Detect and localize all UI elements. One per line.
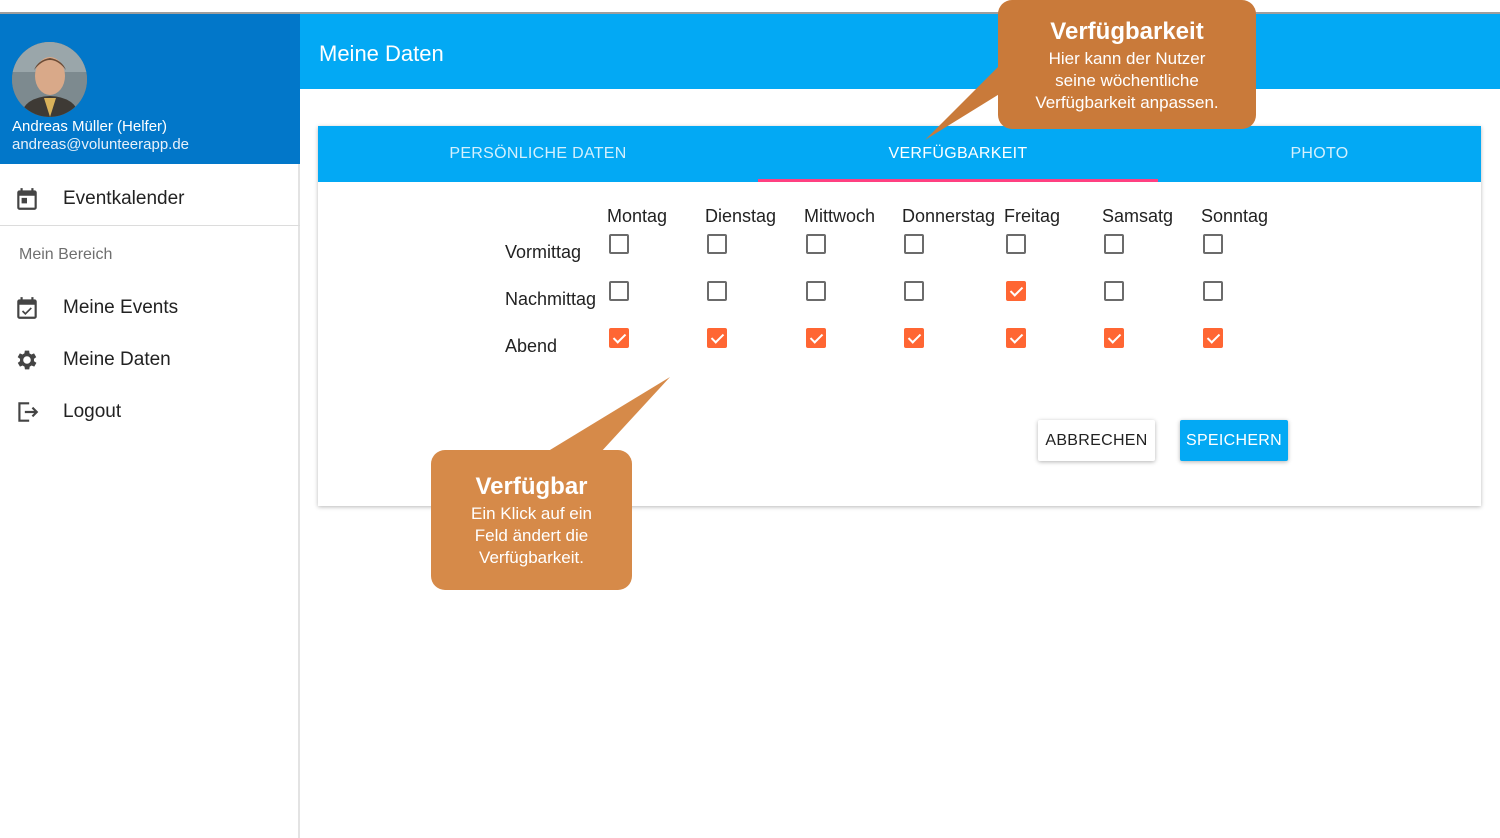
calendar-check-icon bbox=[14, 295, 40, 321]
callout-line: Ein Klick auf ein bbox=[471, 504, 592, 523]
tab-bar: PERSÖNLICHE DATEN VERFÜGBARKEIT PHOTO bbox=[318, 126, 1481, 182]
app-header: Meine Daten bbox=[300, 14, 1500, 89]
day-header-sonntag: Sonntag bbox=[1201, 206, 1269, 226]
availability-checkbox-abend-freitag[interactable] bbox=[1006, 328, 1026, 348]
availability-checkbox-abend-donnerstag[interactable] bbox=[904, 328, 924, 348]
availability-checkbox-vormittag-freitag[interactable] bbox=[1006, 234, 1026, 254]
cancel-button[interactable]: ABBRECHEN bbox=[1038, 420, 1155, 461]
window-top-edge bbox=[0, 0, 1500, 14]
callout-line: seine wöchentliche bbox=[1055, 71, 1199, 90]
calendar-icon bbox=[14, 186, 40, 212]
row-label-abend: Abend bbox=[505, 336, 558, 356]
day-header-freitag: Freitag bbox=[1004, 206, 1061, 226]
sidebar-item-logout[interactable]: Logout bbox=[0, 391, 300, 435]
availability-checkbox-nachmittag-sonntag[interactable] bbox=[1203, 281, 1223, 301]
availability-checkbox-nachmittag-montag[interactable] bbox=[609, 281, 629, 301]
availability-checkbox-nachmittag-donnerstag[interactable] bbox=[904, 281, 924, 301]
availability-checkbox-vormittag-montag[interactable] bbox=[609, 234, 629, 254]
day-header-dienstag: Dienstag bbox=[705, 206, 777, 226]
row-label-vormittag: Vormittag bbox=[505, 242, 582, 262]
sidebar-section-title: Mein Bereich bbox=[19, 246, 113, 263]
row-label-nachmittag: Nachmittag bbox=[505, 289, 597, 309]
callout-line: Hier kann der Nutzer bbox=[1048, 49, 1206, 68]
sidebar-item-meine-events[interactable]: Meine Events bbox=[0, 287, 300, 331]
availability-checkbox-nachmittag-freitag[interactable] bbox=[1006, 281, 1026, 301]
avatar bbox=[12, 42, 87, 117]
availability-checkbox-vormittag-donnerstag[interactable] bbox=[904, 234, 924, 254]
availability-checkbox-vormittag-mittwoch[interactable] bbox=[806, 234, 826, 254]
user-email: andreas@volunteerapp.de bbox=[12, 136, 190, 153]
settings-card: PERSÖNLICHE DATEN VERFÜGBARKEIT PHOTO bbox=[318, 126, 1481, 506]
availability-checkbox-abend-samsatg[interactable] bbox=[1104, 328, 1124, 348]
page-title: Meine Daten bbox=[319, 41, 444, 66]
sidebar: Andreas Müller (Helfer) andreas@voluntee… bbox=[0, 14, 300, 838]
callout-title: Verfügbar bbox=[475, 473, 588, 500]
sidebar-divider bbox=[0, 225, 300, 226]
day-header-mittwoch: Mittwoch bbox=[804, 206, 876, 226]
availability-checkbox-abend-mittwoch[interactable] bbox=[806, 328, 826, 348]
sidebar-item-eventkalender[interactable]: Eventkalender bbox=[0, 178, 300, 222]
active-tab-indicator bbox=[758, 179, 1158, 182]
availability-checkbox-nachmittag-samsatg[interactable] bbox=[1104, 281, 1124, 301]
sidebar-item-label: Eventkalender bbox=[63, 188, 185, 209]
profile-header: Andreas Müller (Helfer) andreas@voluntee… bbox=[0, 14, 300, 164]
callout-line: Feld ändert die bbox=[474, 526, 589, 545]
save-button[interactable]: SPEICHERN bbox=[1180, 420, 1288, 461]
gear-icon bbox=[14, 347, 40, 373]
day-header-donnerstag: Donnerstag bbox=[902, 206, 996, 226]
logout-icon bbox=[14, 399, 40, 425]
availability-checkbox-nachmittag-dienstag[interactable] bbox=[707, 281, 727, 301]
day-header-samstag: Samsatg bbox=[1102, 206, 1174, 226]
day-header-montag: Montag bbox=[607, 206, 668, 226]
availability-checkbox-vormittag-dienstag[interactable] bbox=[707, 234, 727, 254]
sidebar-item-meine-daten[interactable]: Meine Daten bbox=[0, 339, 300, 383]
callout-verfuegbar: Verfügbar Ein Klick auf ein Feld ändert … bbox=[431, 450, 632, 590]
tab-photo[interactable]: PHOTO bbox=[1158, 126, 1481, 182]
callout-tail-field bbox=[545, 377, 670, 453]
sidebar-item-label: Meine Events bbox=[63, 297, 179, 318]
callout-verfuegbarkeit: Verfügbarkeit Hier kann der Nutzer seine… bbox=[998, 0, 1256, 129]
tab-persoenliche-daten[interactable]: PERSÖNLICHE DATEN bbox=[318, 126, 758, 182]
availability-checkbox-vormittag-samsatg[interactable] bbox=[1104, 234, 1124, 254]
availability-checkbox-vormittag-sonntag[interactable] bbox=[1203, 234, 1223, 254]
availability-checkbox-abend-dienstag[interactable] bbox=[707, 328, 727, 348]
sidebar-item-label: Logout bbox=[63, 401, 122, 422]
callout-line: Verfügbarkeit. bbox=[479, 548, 584, 567]
callout-line: Verfügbarkeit anpassen. bbox=[1035, 93, 1219, 112]
availability-checkbox-nachmittag-mittwoch[interactable] bbox=[806, 281, 826, 301]
sidebar-item-label: Meine Daten bbox=[63, 349, 171, 370]
callout-title: Verfügbarkeit bbox=[1050, 18, 1204, 45]
availability-checkbox-abend-montag[interactable] bbox=[609, 328, 629, 348]
user-name: Andreas Müller (Helfer) bbox=[12, 118, 168, 135]
availability-checkbox-abend-sonntag[interactable] bbox=[1203, 328, 1223, 348]
